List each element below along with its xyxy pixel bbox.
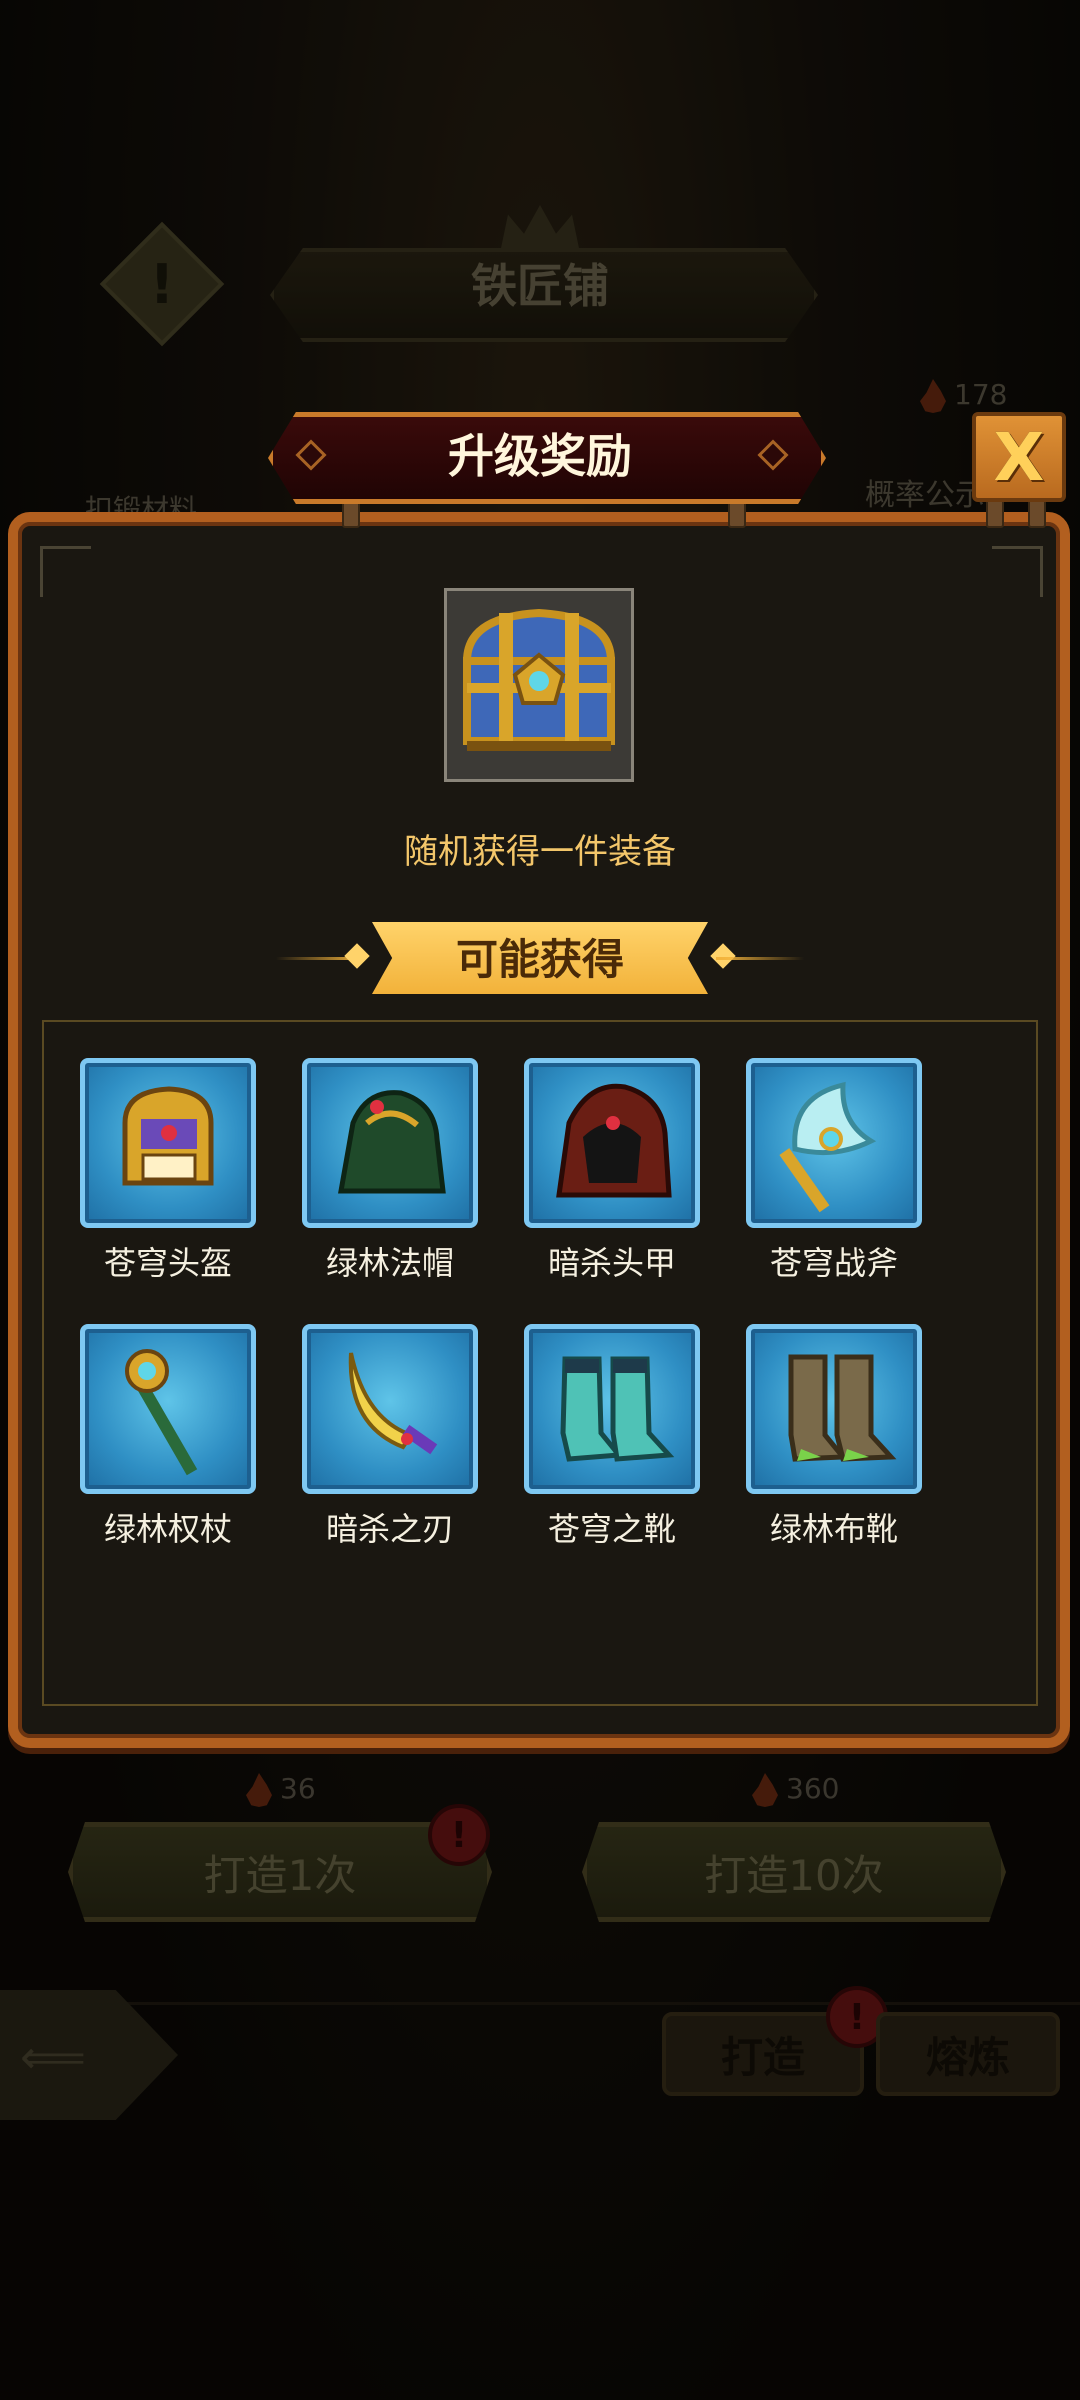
item-name: 绿林权杖 <box>103 1510 232 1548</box>
teal-boots-icon <box>560 1356 675 1462</box>
corner-ornament <box>992 546 1043 597</box>
dark-hood-icon <box>556 1083 672 1198</box>
possible-header: 可能获得 <box>455 935 624 984</box>
reward-item[interactable]: 绿林布靴 <box>746 1324 922 1550</box>
close-icon: X <box>993 418 1045 496</box>
item-name: 暗杀头甲 <box>547 1244 676 1282</box>
reward-item[interactable]: 苍穹战斧 <box>746 1058 922 1284</box>
header-line <box>716 957 804 960</box>
reward-chest-frame <box>444 588 634 782</box>
reward-item[interactable]: 苍穹头盔 <box>80 1058 256 1284</box>
gold-helmet-icon <box>122 1086 214 1186</box>
reward-item[interactable]: 苍穹之靴 <box>524 1324 700 1550</box>
item-slot[interactable] <box>524 1058 700 1228</box>
item-slot[interactable] <box>80 1058 256 1228</box>
item-name: 绿林布靴 <box>769 1510 898 1548</box>
brown-boots-icon <box>788 1354 897 1462</box>
item-name: 绿林法帽 <box>325 1244 454 1282</box>
treasure-chest-icon <box>462 608 616 751</box>
item-slot[interactable] <box>80 1324 256 1494</box>
scepter-icon <box>125 1349 198 1476</box>
modal-title: 升级奖励 <box>448 429 632 483</box>
corner-ornament <box>40 546 91 597</box>
item-slot[interactable] <box>746 1324 922 1494</box>
close-button[interactable]: X <box>972 412 1066 502</box>
reward-item[interactable]: 暗杀之刃 <box>302 1324 478 1550</box>
item-slot[interactable] <box>302 1058 478 1228</box>
reward-item[interactable]: 绿林权杖 <box>80 1324 256 1550</box>
item-slot[interactable] <box>746 1058 922 1228</box>
item-name: 暗杀之刃 <box>325 1510 454 1548</box>
item-name: 苍穹战斧 <box>769 1244 898 1282</box>
item-slot[interactable] <box>302 1324 478 1494</box>
item-name: 苍穹头盔 <box>103 1244 232 1282</box>
item-slot[interactable] <box>524 1324 700 1494</box>
reward-description: 随机获得一件装备 <box>404 832 676 872</box>
item-name: 苍穹之靴 <box>547 1510 676 1548</box>
green-hood-icon <box>338 1090 446 1194</box>
battle-axe-icon <box>779 1081 877 1213</box>
curved-blade-icon <box>348 1352 438 1455</box>
reward-item[interactable]: 绿林法帽 <box>302 1058 478 1284</box>
reward-item[interactable]: 暗杀头甲 <box>524 1058 700 1284</box>
